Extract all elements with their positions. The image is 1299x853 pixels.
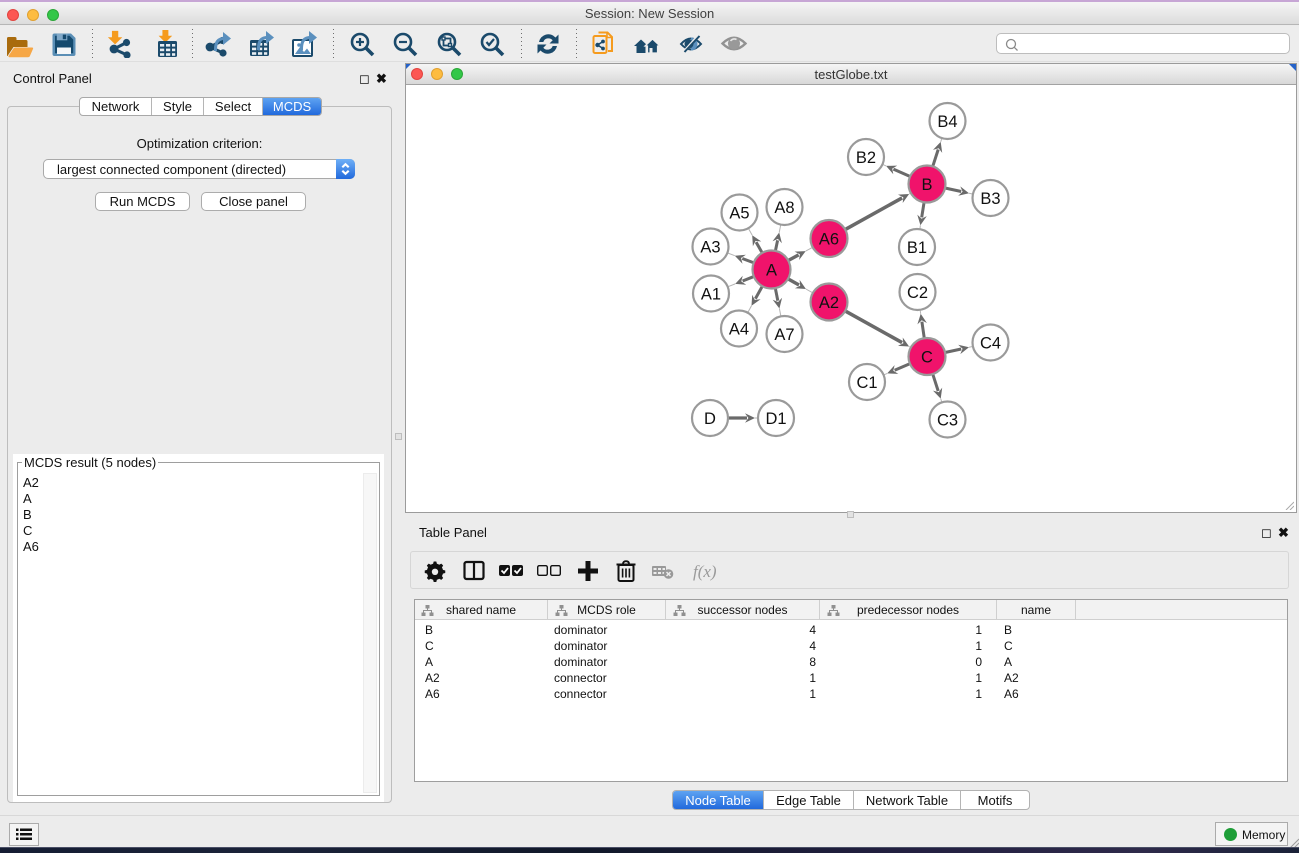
svg-text:C3: C3	[937, 411, 958, 429]
svg-text:A7: A7	[774, 326, 794, 344]
svg-text:A5: A5	[729, 204, 749, 222]
svg-text:B2: B2	[856, 149, 876, 167]
svg-text:C2: C2	[907, 284, 928, 302]
svg-text:B: B	[921, 176, 932, 194]
svg-text:A4: A4	[729, 320, 749, 338]
svg-text:D1: D1	[765, 410, 786, 428]
svg-text:D: D	[704, 410, 716, 428]
svg-text:B4: B4	[937, 113, 957, 131]
svg-text:C4: C4	[980, 334, 1001, 352]
svg-text:A6: A6	[819, 230, 839, 248]
svg-text:A2: A2	[819, 294, 839, 312]
svg-text:C: C	[921, 348, 933, 366]
svg-text:B3: B3	[980, 190, 1000, 208]
svg-text:C1: C1	[856, 374, 877, 392]
svg-text:A3: A3	[700, 238, 720, 256]
svg-text:B1: B1	[907, 239, 927, 257]
svg-text:A1: A1	[701, 285, 721, 303]
svg-text:f(x): f(x)	[693, 562, 717, 581]
svg-text:A: A	[766, 261, 777, 279]
svg-text:A8: A8	[774, 199, 794, 217]
